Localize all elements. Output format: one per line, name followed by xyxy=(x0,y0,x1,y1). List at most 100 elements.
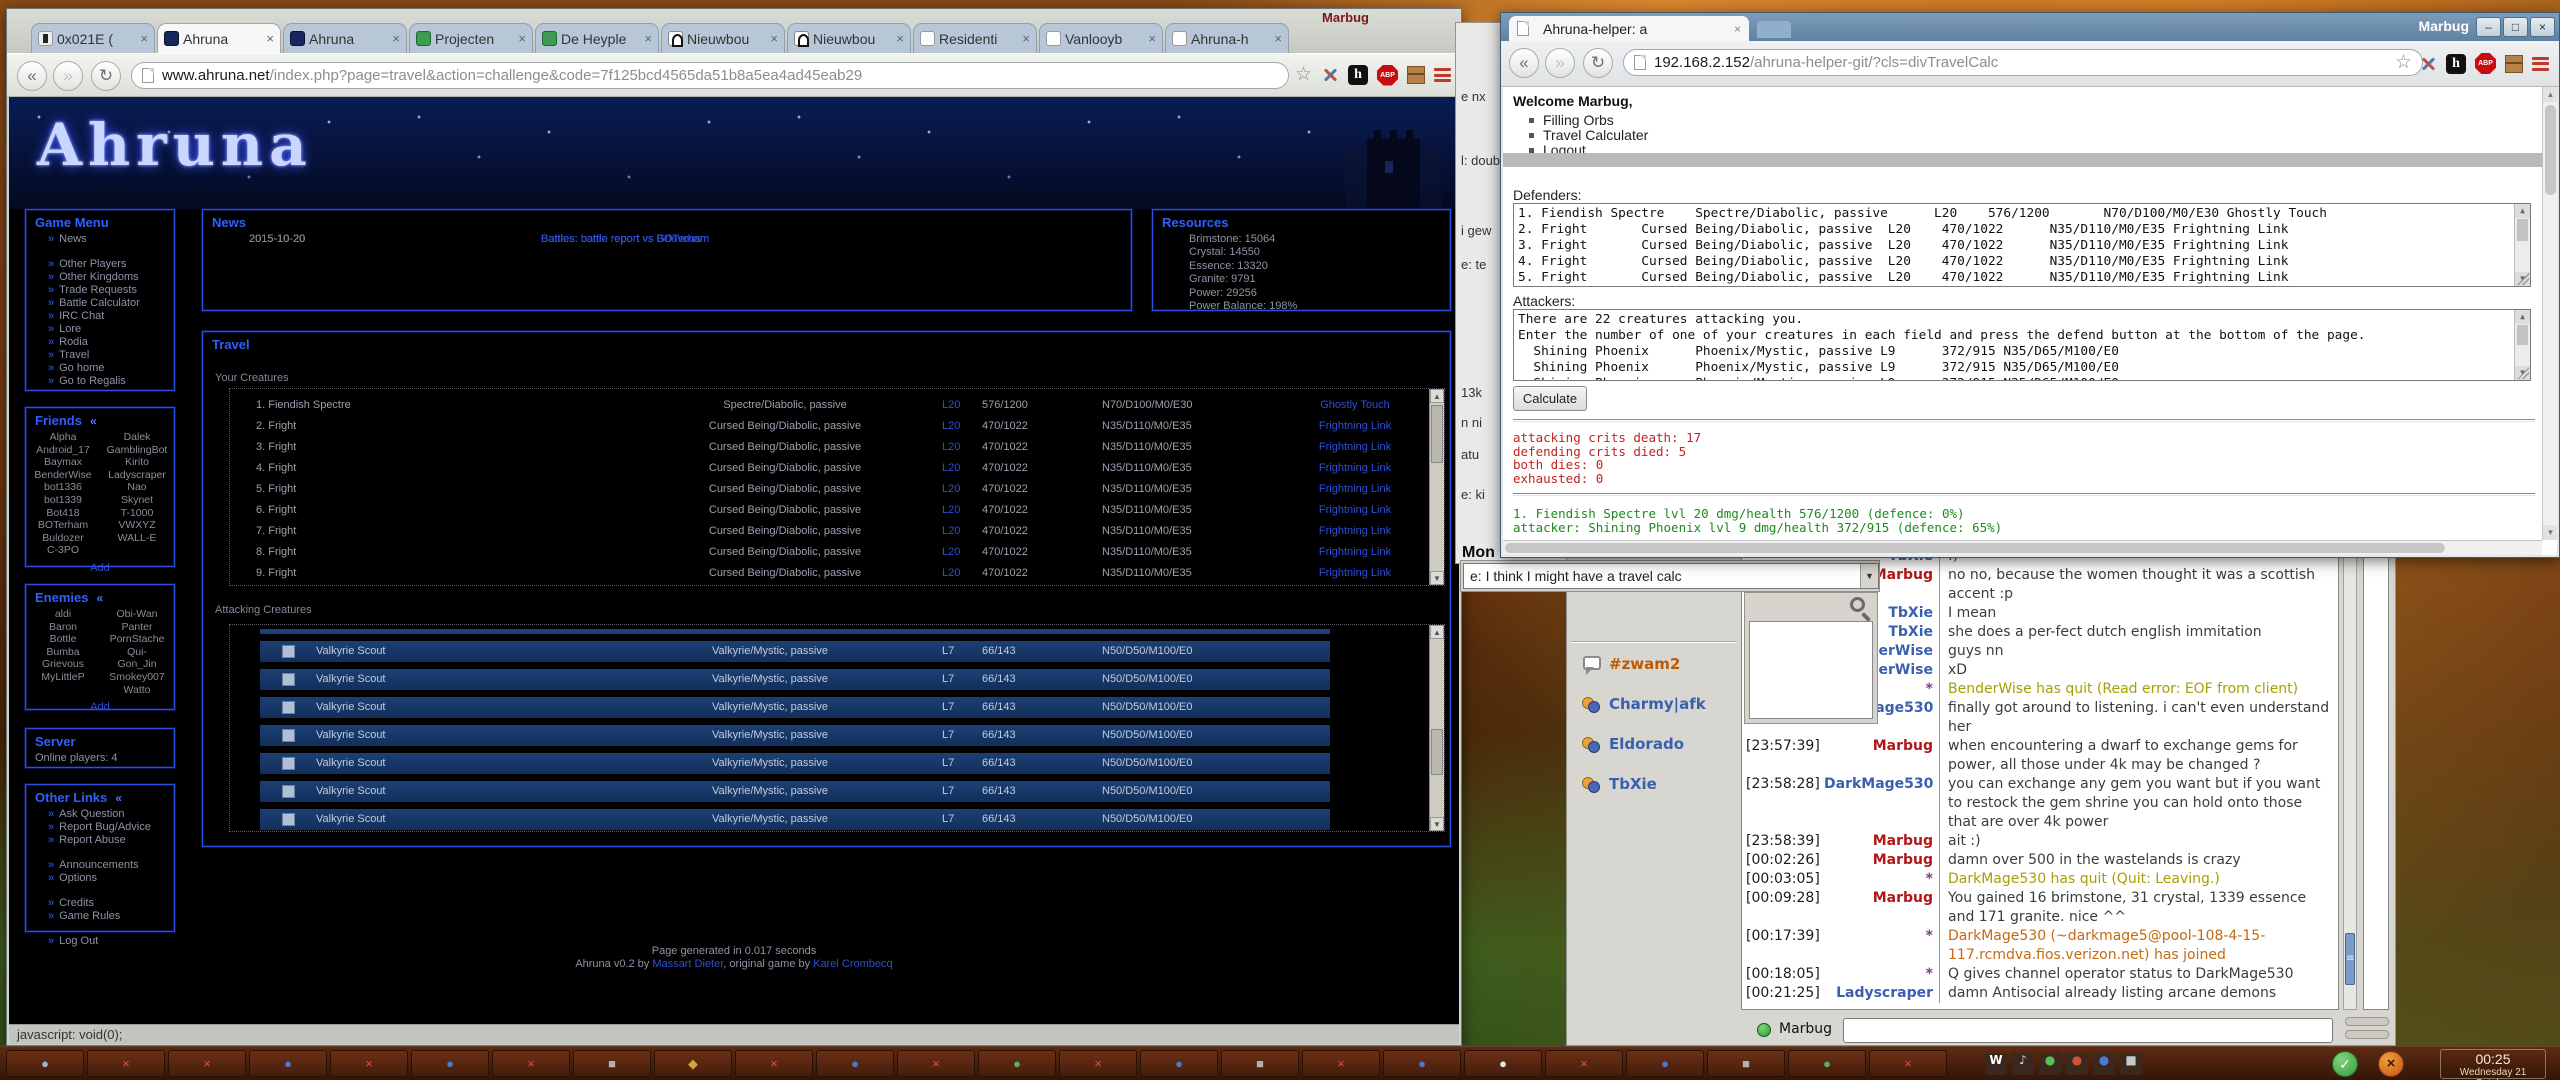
reload-button[interactable]: ↻ xyxy=(91,61,121,91)
scroll-up-icon[interactable]: ▲ xyxy=(1430,625,1444,639)
other-link-item[interactable]: » Options xyxy=(26,872,174,885)
sidebar-menu-item[interactable]: » Travel xyxy=(26,349,174,362)
author-link[interactable]: Massart Dieter xyxy=(652,958,723,970)
taskbar-window-button[interactable]: × xyxy=(897,1050,975,1077)
sidebar-menu-item[interactable]: » Rodia xyxy=(26,336,174,349)
attacker-row[interactable]: Valkyrie Scout Valkyrie/Mystic, passive … xyxy=(260,697,1330,718)
taskbar-window-button[interactable]: ● xyxy=(1383,1050,1461,1077)
other-link-item[interactable]: » Game Rules xyxy=(26,910,174,923)
creature-checkbox[interactable] xyxy=(282,645,295,658)
forward-button[interactable]: » xyxy=(53,61,83,91)
menu-icon[interactable] xyxy=(2532,56,2549,71)
tray-icon[interactable]: ● xyxy=(2039,1053,2061,1075)
helper-tab[interactable]: Ahruna-helper: a × xyxy=(1509,16,1749,41)
tab-close-icon[interactable]: × xyxy=(518,31,526,46)
h-extension-icon[interactable]: h xyxy=(2446,53,2466,74)
page-scrollbar-horizontal[interactable] xyxy=(1503,540,2542,555)
tray-icon[interactable]: ● xyxy=(2093,1053,2115,1075)
tab-close-icon[interactable]: × xyxy=(644,31,652,46)
tab-close-icon[interactable]: × xyxy=(140,31,148,46)
back-button[interactable]: « xyxy=(1509,48,1539,78)
other-link-item[interactable]: » Report Bug/Advice xyxy=(26,821,174,834)
adblock-icon[interactable]: ABP xyxy=(1377,64,1398,86)
scroll-thumb[interactable] xyxy=(1505,543,2445,553)
browser-tab[interactable]: Ahruna × xyxy=(283,23,407,53)
taskbar-window-button[interactable]: ● xyxy=(411,1050,489,1077)
creature-checkbox[interactable] xyxy=(282,701,295,714)
tab-close-icon[interactable]: × xyxy=(1274,31,1282,46)
textarea-resize-grip[interactable] xyxy=(2517,273,2529,285)
tab-close-icon[interactable]: × xyxy=(1022,31,1030,46)
scroll-down-icon[interactable]: ▼ xyxy=(2543,525,2557,540)
dropdown-arrow-icon[interactable]: ▼ xyxy=(1860,564,1878,588)
sidebar-menu-item[interactable]: » IRC Chat xyxy=(26,310,174,323)
adblock-icon[interactable]: ABP xyxy=(2475,53,2496,74)
taskbar-window-button[interactable]: × xyxy=(330,1050,408,1077)
present-extension-icon[interactable] xyxy=(1407,66,1425,84)
taskbar-window-button[interactable]: × xyxy=(1545,1050,1623,1077)
tray-icon[interactable]: ■ xyxy=(2120,1053,2142,1075)
scroll-up-icon[interactable]: ▲ xyxy=(2543,87,2557,102)
taskbar-window-button[interactable]: ■ xyxy=(1707,1050,1785,1077)
collapse-icon[interactable]: « xyxy=(90,414,97,428)
tab-close-icon[interactable]: × xyxy=(266,31,274,46)
helper-menu-link[interactable]: Travel Calculater xyxy=(1529,128,1648,143)
attacker-row[interactable]: Valkyrie Scout Valkyrie/Mystic, passive … xyxy=(260,781,1330,802)
textarea-resize-grip[interactable] xyxy=(2517,367,2529,379)
original-author-link[interactable]: Karel Crombecq xyxy=(813,958,892,970)
tab-close-icon[interactable]: × xyxy=(1734,22,1741,36)
taskbar-window-button[interactable]: × xyxy=(168,1050,246,1077)
sidebar-menu-item[interactable]: » Battle Calculator xyxy=(26,297,174,310)
close-button[interactable]: × xyxy=(2530,17,2555,37)
resize-grip[interactable] xyxy=(2345,1017,2389,1026)
browser-tab[interactable]: 0x021E ( × xyxy=(31,23,155,53)
taskbar-window-button[interactable]: × xyxy=(735,1050,813,1077)
chat-tray-icon[interactable]: × xyxy=(2378,1051,2404,1077)
taskbar-window-button[interactable]: ■ xyxy=(1221,1050,1299,1077)
bookmark-star-icon[interactable]: ☆ xyxy=(1295,64,1312,86)
user-list-pane[interactable] xyxy=(2363,552,2389,1010)
present-extension-icon[interactable] xyxy=(2505,54,2523,73)
status-ok-tray-icon[interactable]: ✓ xyxy=(2332,1051,2358,1077)
sidebar-menu-item[interactable]: » Lore xyxy=(26,323,174,336)
tray-icon[interactable]: ● xyxy=(2066,1053,2088,1075)
add-enemy-link[interactable]: Add xyxy=(26,701,174,713)
browser-tab[interactable]: De Heyple × xyxy=(535,23,659,53)
sidebar-menu-item[interactable]: » Other Players xyxy=(26,258,174,271)
scroll-down-icon[interactable]: ▼ xyxy=(1430,571,1444,585)
defenders-textarea[interactable]: 1. Fiendish Spectre Spectre/Diabolic, pa… xyxy=(1513,203,2531,287)
back-button[interactable]: « xyxy=(17,61,47,91)
scroll-up-icon[interactable]: ▲ xyxy=(1430,389,1444,403)
browser-tab[interactable]: Nieuwbou × xyxy=(787,23,911,53)
channel-list-item[interactable]: Charmy|afk xyxy=(1581,695,1706,713)
tray-icon[interactable]: ♪ xyxy=(2012,1053,2034,1075)
sidebar-menu-item[interactable]: » Other Kingdoms xyxy=(26,271,174,284)
taskbar-window-button[interactable]: × xyxy=(1059,1050,1137,1077)
taskbar-window-button[interactable]: × xyxy=(1302,1050,1380,1077)
tray-icon[interactable]: W xyxy=(1985,1053,2007,1075)
other-link-item[interactable]: » Report Abuse xyxy=(26,834,174,847)
taskbar-window-button[interactable]: ● xyxy=(1626,1050,1704,1077)
browser-tab[interactable]: Vanlooyb × xyxy=(1039,23,1163,53)
topic-combobox[interactable]: e: I think I might have a travel calc ▼ xyxy=(1463,563,1879,589)
channel-list-item[interactable]: #zwam2 xyxy=(1581,655,1680,675)
attacker-row[interactable]: Valkyrie Scout Valkyrie/Mystic, passive … xyxy=(260,641,1330,662)
tab-close-icon[interactable]: × xyxy=(392,31,400,46)
taskbar-window-button[interactable]: × xyxy=(87,1050,165,1077)
creature-checkbox[interactable] xyxy=(282,729,295,742)
bookmark-star-icon[interactable]: ☆ xyxy=(2395,52,2412,74)
add-friend-link[interactable]: Add xyxy=(26,562,174,574)
scroll-thumb[interactable] xyxy=(2517,219,2528,241)
attacker-row[interactable]: Valkyrie Scout Valkyrie/Mystic, passive … xyxy=(260,725,1330,746)
scrollbar[interactable]: ▲ ▼ xyxy=(1429,625,1444,831)
attacker-row[interactable]: Valkyrie Scout Valkyrie/Mystic, passive … xyxy=(260,809,1330,830)
attacker-row[interactable]: Valkyrie Scout Valkyrie/Mystic, passive … xyxy=(260,753,1330,774)
scroll-thumb[interactable] xyxy=(1431,405,1443,463)
chat-input[interactable] xyxy=(1843,1018,2333,1043)
url-bar[interactable]: www.ahruna.net/index.php?page=travel&act… xyxy=(131,62,1289,89)
news-link[interactable]: Battles: battle report vs BOTerham xyxy=(541,233,709,246)
taskbar-window-button[interactable]: × xyxy=(1869,1050,1947,1077)
attacker-row[interactable]: Valkyrie Scout Valkyrie/Mystic, passive … xyxy=(260,669,1330,690)
reload-button[interactable]: ↻ xyxy=(1583,48,1613,78)
resize-grip[interactable] xyxy=(2345,1030,2389,1039)
